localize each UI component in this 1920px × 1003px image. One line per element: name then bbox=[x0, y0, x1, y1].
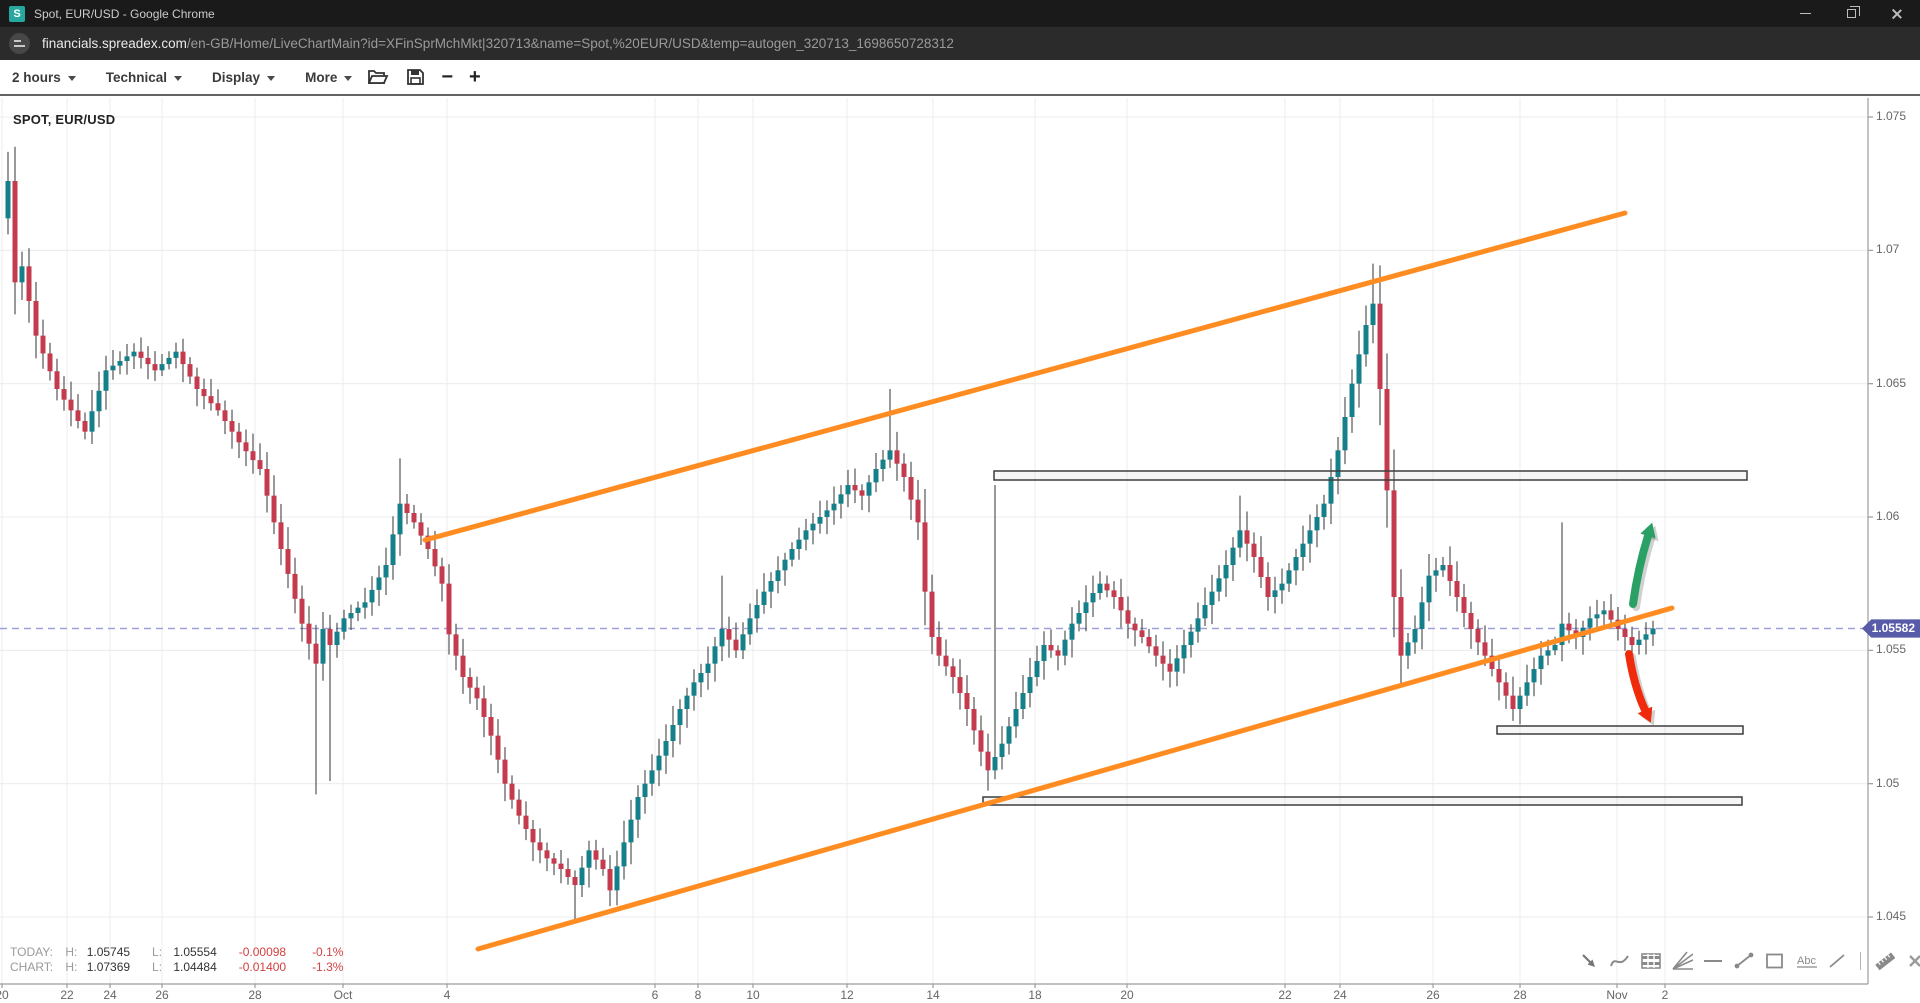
stats-chart-low: 1.04484 bbox=[173, 960, 235, 975]
chevron-down-icon bbox=[267, 76, 275, 81]
x-axis-label: 10 bbox=[746, 988, 759, 1002]
window-title: Spot, EUR/USD - Google Chrome bbox=[34, 7, 215, 21]
x-axis-label: 18 bbox=[1028, 988, 1041, 1002]
x-axis-label: 26 bbox=[155, 988, 168, 1002]
y-axis-label: 1.07 bbox=[1876, 242, 1899, 256]
window-titlebar: S Spot, EUR/USD - Google Chrome bbox=[0, 0, 1920, 27]
url-path: /en-GB/Home/LiveChartMain?id=XFinSprMchM… bbox=[187, 36, 954, 51]
stats-today-label: TODAY: bbox=[10, 945, 62, 960]
zoom-out-button[interactable]: − bbox=[441, 67, 453, 87]
x-axis-label: 24 bbox=[103, 988, 116, 1002]
y-axis-label: 1.06 bbox=[1876, 509, 1899, 523]
close-button[interactable] bbox=[1874, 0, 1920, 27]
ruler-tool-icon[interactable] bbox=[1873, 950, 1895, 972]
stats-chart-label: CHART: bbox=[10, 960, 62, 975]
x-axis-label: 26 bbox=[1426, 988, 1439, 1002]
stats-chart-change-pct: -1.3% bbox=[312, 960, 358, 975]
x-axis-label: 4 bbox=[444, 988, 451, 1002]
browser-window: SPOT, EUR/USD 1.075 1.07 1.065 1.06 1.055 1.0… bbox=[0, 0, 1920, 1003]
text-tool-icon[interactable]: Abc bbox=[1795, 950, 1817, 972]
tools-separator bbox=[1860, 952, 1861, 970]
fan-lines-tool-icon[interactable] bbox=[1671, 950, 1693, 972]
x-axis-label: 12 bbox=[840, 988, 853, 1002]
curve-tool-icon[interactable] bbox=[1609, 950, 1631, 972]
drawing-tools-bar: Abc bbox=[1578, 950, 1920, 972]
stats-low-label: L: bbox=[152, 945, 170, 960]
restore-button[interactable] bbox=[1828, 0, 1874, 27]
stats-chart-change: -0.01400 bbox=[239, 960, 309, 975]
save-button[interactable] bbox=[406, 68, 425, 86]
svg-text:Abc: Abc bbox=[1797, 955, 1816, 967]
x-axis-label: 24 bbox=[1333, 988, 1346, 1002]
site-info-icon[interactable] bbox=[9, 33, 30, 54]
x-axis-label: 20 bbox=[1120, 988, 1133, 1002]
y-axis-label: 1.05 bbox=[1876, 776, 1899, 790]
open-folder-button[interactable] bbox=[368, 68, 390, 86]
x-axis-label: 20 bbox=[0, 988, 9, 1002]
stats-chart-high: 1.07369 bbox=[87, 960, 149, 975]
url-text[interactable]: financials.spreadex.com/en-GB/Home/LiveC… bbox=[42, 36, 954, 51]
x-axis-label: 22 bbox=[60, 988, 73, 1002]
rectangle-tool-icon[interactable] bbox=[1764, 950, 1786, 972]
y-axis-label: 1.045 bbox=[1876, 909, 1906, 923]
x-axis-label: 2 bbox=[1662, 988, 1669, 1002]
y-axis-label: 1.055 bbox=[1876, 642, 1906, 656]
stats-today-change: -0.00098 bbox=[239, 945, 309, 960]
current-price-badge: 1.05582 bbox=[1862, 619, 1920, 638]
display-label: Display bbox=[212, 70, 260, 85]
chart-toolbar: 2 hours Technical Display More − + bbox=[0, 60, 1920, 96]
more-label: More bbox=[305, 70, 337, 85]
more-dropdown[interactable]: More bbox=[305, 70, 352, 85]
chart-canvas[interactable] bbox=[0, 0, 1920, 1003]
stats-today-change-pct: -0.1% bbox=[312, 945, 358, 960]
browser-address-bar[interactable]: financials.spreadex.com/en-GB/Home/LiveC… bbox=[0, 27, 1920, 60]
window-controls bbox=[1782, 0, 1920, 27]
chevron-down-icon bbox=[344, 76, 352, 81]
timeframe-dropdown[interactable]: 2 hours bbox=[12, 70, 76, 85]
stats-today-high: 1.05745 bbox=[87, 945, 149, 960]
y-axis-label: 1.065 bbox=[1876, 376, 1906, 390]
clear-drawings-icon[interactable] bbox=[1904, 950, 1920, 972]
stats-row-chart: CHART: H: 1.07369 L: 1.04484 -0.01400 -1… bbox=[10, 960, 358, 975]
x-axis-label: 28 bbox=[248, 988, 261, 1002]
y-axis-label: 1.075 bbox=[1876, 109, 1906, 123]
pointer-tool-icon[interactable] bbox=[1578, 950, 1600, 972]
horizontal-line-tool-icon[interactable] bbox=[1702, 950, 1724, 972]
display-dropdown[interactable]: Display bbox=[212, 70, 275, 85]
url-host: financials.spreadex.com bbox=[42, 36, 187, 51]
x-axis-label: 14 bbox=[926, 988, 939, 1002]
stats-row-today: TODAY: H: 1.05745 L: 1.05554 -0.00098 -0… bbox=[10, 945, 358, 960]
x-axis-label: Oct bbox=[334, 988, 353, 1002]
chart-symbol-label: SPOT, EUR/USD bbox=[13, 112, 115, 127]
diagonal-line-tool-icon[interactable] bbox=[1826, 950, 1848, 972]
chevron-down-icon bbox=[174, 76, 182, 81]
zoom-in-button[interactable]: + bbox=[469, 67, 481, 87]
x-axis-label: Nov bbox=[1606, 988, 1627, 1002]
x-axis-label: 6 bbox=[652, 988, 659, 1002]
trendline-tool-icon[interactable] bbox=[1733, 950, 1755, 972]
stats-high-label: H: bbox=[65, 945, 83, 960]
chevron-down-icon bbox=[68, 76, 76, 81]
stats-low-label: L: bbox=[152, 960, 170, 975]
minimize-button[interactable] bbox=[1782, 0, 1828, 27]
spreadex-favicon: S bbox=[9, 6, 25, 22]
x-axis-label: 8 bbox=[695, 988, 702, 1002]
technical-dropdown[interactable]: Technical bbox=[106, 70, 182, 85]
x-axis-label: 28 bbox=[1513, 988, 1526, 1002]
stats-high-label: H: bbox=[65, 960, 83, 975]
stats-today-low: 1.05554 bbox=[173, 945, 235, 960]
x-axis-label: 22 bbox=[1278, 988, 1291, 1002]
timeframe-label: 2 hours bbox=[12, 70, 61, 85]
grid-tool-icon[interactable] bbox=[1640, 950, 1662, 972]
price-stats-panel: TODAY: H: 1.05745 L: 1.05554 -0.00098 -0… bbox=[10, 945, 358, 975]
technical-label: Technical bbox=[106, 70, 167, 85]
